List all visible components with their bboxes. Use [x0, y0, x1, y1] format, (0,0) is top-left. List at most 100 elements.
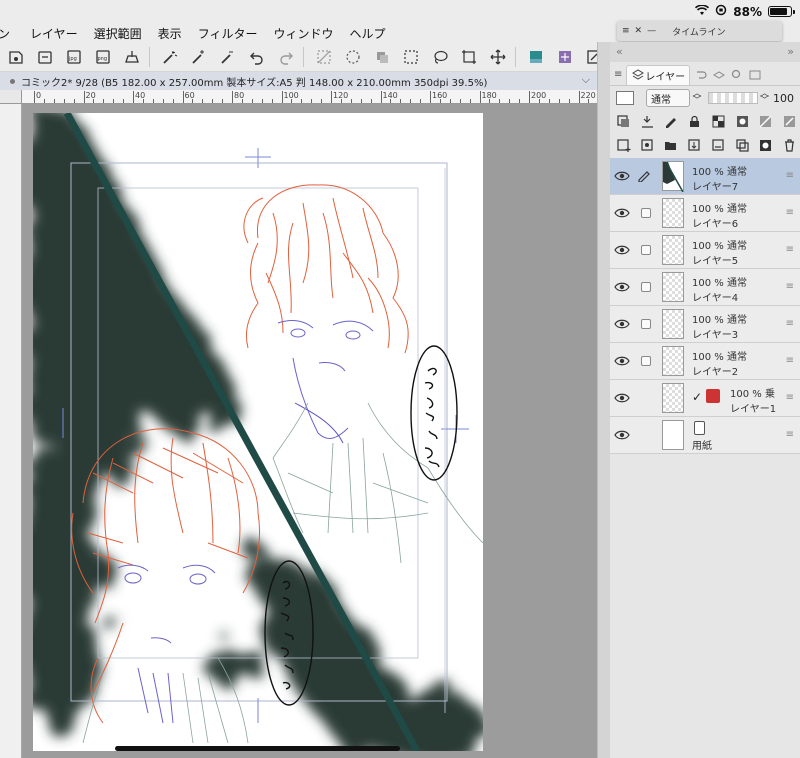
ruler-link-icon[interactable]	[779, 111, 800, 131]
search-layer-icon[interactable]	[730, 65, 744, 85]
drag-handle-icon[interactable]: ≡	[786, 170, 794, 181]
opacity-slider[interactable]	[708, 92, 758, 104]
menu-icon[interactable]: ≡	[622, 26, 630, 36]
collapse-left-icon[interactable]: «	[616, 45, 623, 58]
drag-handle-icon[interactable]: ≡	[786, 355, 794, 366]
reference-icon[interactable]	[637, 111, 658, 131]
new-raster-layer-icon[interactable]	[613, 135, 634, 155]
layer-row[interactable]: 100 % 通常 レイヤー4 ≡	[610, 269, 800, 306]
drag-handle-icon[interactable]: ≡	[786, 318, 794, 329]
copy-icon[interactable]	[372, 48, 392, 66]
drawing-canvas[interactable]	[22, 104, 488, 758]
layer-property-icon[interactable]	[712, 65, 726, 85]
layer-effect-icon[interactable]	[555, 48, 575, 66]
duplicate-icon[interactable]	[732, 135, 753, 155]
panel-divider[interactable]	[597, 42, 610, 758]
layer-row[interactable]: 100 % 通常 レイヤー6 ≡	[610, 195, 800, 232]
eye-icon[interactable]	[614, 353, 630, 369]
redo-icon[interactable]	[276, 48, 296, 66]
ruler-tick	[192, 99, 194, 103]
menu-item-window[interactable]: ウィンドウ	[273, 25, 333, 42]
move-icon[interactable]	[488, 48, 508, 66]
panel-menu-icon[interactable]: ≡	[614, 65, 622, 85]
opacity-stepper[interactable]: ︿ ﹀	[760, 90, 769, 106]
undo-icon[interactable]	[247, 48, 267, 66]
menu-item-filter[interactable]: フィルター	[198, 25, 258, 42]
drag-handle-icon[interactable]: ≡	[786, 244, 794, 255]
mask-disable-icon[interactable]	[756, 111, 777, 131]
lock-transparent-icon[interactable]	[708, 111, 729, 131]
collapse-right-icon[interactable]: »	[787, 45, 794, 58]
eye-icon[interactable]	[614, 427, 630, 443]
timeline-palette[interactable]: ≡ ✕ — タイムライン	[617, 21, 782, 41]
new-vector-layer-icon[interactable]	[637, 135, 658, 155]
crop-icon[interactable]	[459, 48, 479, 66]
lock-icon[interactable]	[684, 111, 705, 131]
material-icon[interactable]	[748, 65, 762, 85]
layer-row[interactable]: 用紙 ≡	[610, 417, 800, 454]
tab-layer[interactable]: レイヤー	[626, 64, 691, 85]
eye-icon[interactable]	[614, 316, 630, 332]
save-icon[interactable]	[6, 48, 26, 66]
blend-mode-select[interactable]: 通常	[646, 89, 690, 107]
svg-text:jpg: jpg	[68, 56, 77, 62]
layer-color-swatch[interactable]	[616, 91, 634, 105]
layer-row[interactable]: ✓ 100 % 乗 レイヤー1 ≡	[610, 380, 800, 417]
transform-icon[interactable]	[343, 48, 363, 66]
layer-checkbox[interactable]	[641, 245, 651, 255]
drag-handle-icon[interactable]: ≡	[786, 207, 794, 218]
mask-icon[interactable]	[732, 111, 753, 131]
clip-icon[interactable]	[613, 111, 634, 131]
eye-icon[interactable]	[614, 390, 630, 406]
new-folder-icon[interactable]	[661, 135, 682, 155]
layer-checkbox[interactable]	[641, 356, 651, 366]
menu-item-animation[interactable]: ン	[0, 25, 10, 42]
blend-mode-stepper[interactable]: ︿ ﹀	[692, 90, 702, 106]
document-tab[interactable]: コミック2* 9/28 (B5 182.00 x 257.00mm 製本サイズ:…	[0, 72, 600, 90]
wand-sub-icon[interactable]	[218, 48, 238, 66]
drag-handle-icon[interactable]: ≡	[786, 281, 794, 292]
trash-icon[interactable]	[779, 135, 800, 155]
draft-icon[interactable]	[661, 111, 682, 131]
eye-icon[interactable]	[614, 205, 630, 221]
transfer-down-icon[interactable]	[684, 135, 705, 155]
layer-row[interactable]: 100 % 通常 レイヤー7 ≡	[610, 158, 800, 195]
menu-item-layer[interactable]: レイヤー	[30, 25, 78, 42]
layer-checkbox[interactable]	[641, 319, 651, 329]
history-icon[interactable]	[694, 65, 708, 85]
export-icon[interactable]	[35, 48, 55, 66]
print-icon[interactable]	[122, 48, 142, 66]
chevron-down-icon[interactable]: ⌵	[582, 73, 590, 87]
layer-name: レイヤー7	[692, 182, 739, 193]
minimize-icon[interactable]: —	[647, 26, 656, 36]
layer-row[interactable]: 100 % 通常 レイヤー2 ≡	[610, 343, 800, 380]
layer-checkbox[interactable]	[641, 208, 651, 218]
layer-checkbox[interactable]	[641, 282, 651, 292]
canvas-area[interactable]	[22, 104, 597, 758]
home-indicator[interactable]	[115, 746, 400, 751]
select-icon[interactable]	[401, 48, 421, 66]
pencil-icon	[637, 168, 651, 185]
layer-row[interactable]: 100 % 通常 レイヤー3 ≡	[610, 306, 800, 343]
close-icon[interactable]: ✕	[635, 26, 643, 36]
png-icon[interactable]: png	[93, 48, 113, 66]
vertical-ruler	[0, 104, 22, 758]
drag-handle-icon[interactable]: ≡	[786, 429, 794, 440]
merge-down-icon[interactable]	[708, 135, 729, 155]
wand-add-icon[interactable]	[189, 48, 209, 66]
wand-icon[interactable]	[160, 48, 180, 66]
layer-thumbnail	[662, 161, 684, 193]
eye-icon[interactable]	[614, 279, 630, 295]
clear-icon[interactable]	[314, 48, 334, 66]
drag-handle-icon[interactable]: ≡	[786, 392, 794, 403]
create-mask-icon[interactable]	[756, 135, 777, 155]
menu-item-selection[interactable]: 選択範囲	[94, 25, 142, 42]
eye-icon[interactable]	[614, 168, 630, 184]
layer-row[interactable]: 100 % 通常 レイヤー5 ≡	[610, 232, 800, 269]
menu-item-view[interactable]: 表示	[158, 25, 182, 42]
jpg-icon[interactable]: jpg	[64, 48, 84, 66]
menu-item-help[interactable]: ヘルプ	[349, 25, 385, 42]
eye-icon[interactable]	[614, 242, 630, 258]
lasso-icon[interactable]	[430, 48, 450, 66]
layer-color-icon[interactable]	[526, 48, 546, 66]
